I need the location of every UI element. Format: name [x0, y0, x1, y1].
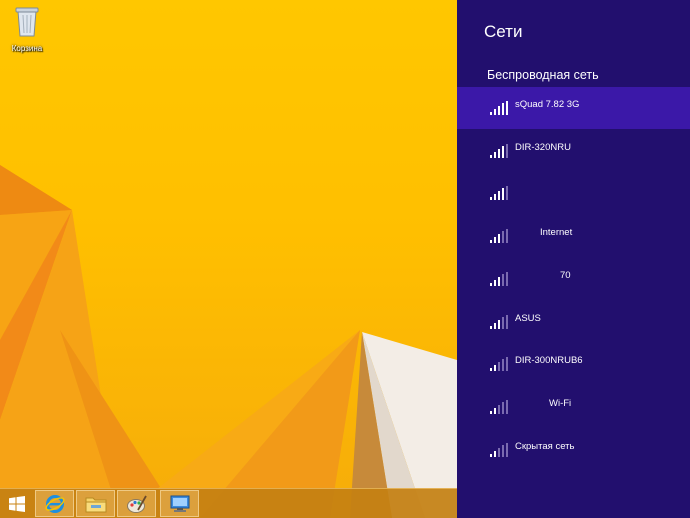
- network-name: sQuad 7.82 3G: [515, 99, 580, 110]
- networks-charm-panel: Сети Беспроводная сеть sQuad 7.82 3G DIR…: [457, 0, 690, 518]
- network-item-2[interactable]: [457, 172, 690, 214]
- windows-start-icon: [9, 495, 25, 512]
- network-name: DIR-300NRUB6: [515, 355, 583, 366]
- taskbar: [0, 488, 457, 518]
- wifi-signal-icon: [490, 186, 508, 200]
- paint-icon: [126, 495, 147, 513]
- wireless-section-title: Беспроводная сеть: [487, 68, 599, 82]
- wifi-signal-icon: [490, 443, 508, 457]
- start-button[interactable]: [0, 490, 34, 517]
- charm-title: Сети: [484, 22, 523, 41]
- network-item-8[interactable]: Скрытая сеть: [457, 429, 690, 471]
- taskbar-internet-explorer[interactable]: [35, 490, 74, 517]
- file-explorer-icon: [85, 497, 106, 512]
- wallpaper: [0, 165, 457, 518]
- network-name: Wi-Fi: [549, 398, 572, 409]
- network-name: Скрытая сеть: [515, 441, 575, 452]
- taskbar-paint[interactable]: [117, 490, 156, 517]
- internet-explorer-icon: [44, 494, 65, 513]
- network-name: ASUS: [515, 313, 541, 324]
- wifi-signal-icon: [490, 357, 508, 371]
- network-item-5[interactable]: ASUS: [457, 301, 690, 343]
- network-item-0[interactable]: sQuad 7.82 3G: [457, 87, 690, 129]
- remote-desktop-icon: [170, 495, 189, 512]
- desktop: Корзина: [0, 0, 457, 518]
- wifi-signal-icon: [490, 101, 508, 115]
- taskbar-remote-desktop[interactable]: [160, 490, 199, 517]
- wifi-signal-icon: [490, 229, 508, 243]
- wifi-signal-icon: [490, 400, 508, 414]
- network-name: DIR-320NRU: [515, 142, 571, 153]
- wifi-signal-icon: [490, 272, 508, 286]
- network-item-3[interactable]: Internet: [457, 215, 690, 257]
- network-item-7[interactable]: Wi-Fi: [457, 386, 690, 428]
- wifi-signal-icon: [490, 315, 508, 329]
- network-name: Internet: [540, 227, 573, 238]
- taskbar-file-explorer[interactable]: [76, 490, 115, 517]
- wifi-signal-icon: [490, 144, 508, 158]
- recycle-bin[interactable]: Корзина: [6, 3, 48, 53]
- network-item-4[interactable]: 70: [457, 258, 690, 300]
- network-name: 70: [560, 270, 571, 281]
- recycle-bin-label: Корзина: [11, 44, 43, 53]
- network-item-1[interactable]: DIR-320NRU: [457, 130, 690, 172]
- network-item-6[interactable]: DIR-300NRUB6: [457, 343, 690, 385]
- recycle-bin-icon: [15, 7, 39, 37]
